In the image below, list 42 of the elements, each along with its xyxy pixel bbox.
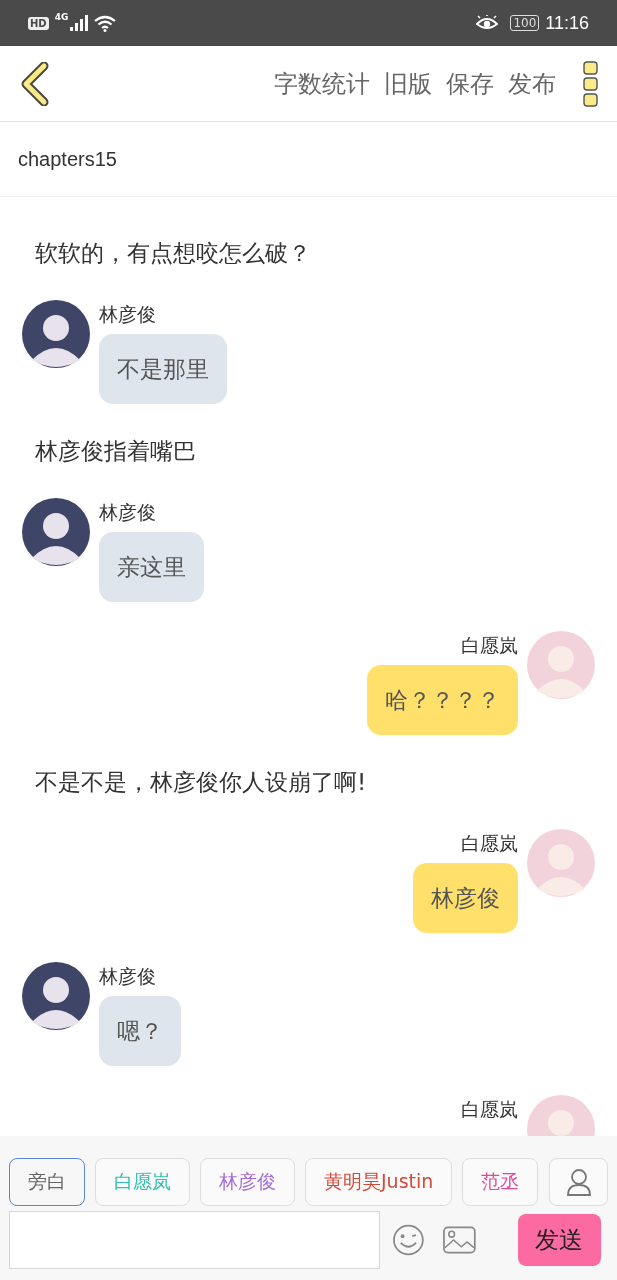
message-bubble: 嗯？ (99, 996, 181, 1066)
toolbar-action[interactable]: 保存 (439, 67, 501, 100)
sender-name: 白愿岚 (461, 633, 518, 658)
narration-text: 不是不是，林彦俊你人设崩了啊! (34, 768, 368, 797)
message-bubble: 哈？？？？ (367, 665, 518, 735)
network-label: 4G (54, 12, 69, 22)
battery-icon: 100 (510, 15, 540, 31)
sender-name: 白愿岚 (461, 1097, 518, 1122)
role-chip[interactable]: 旁白 (9, 1158, 85, 1206)
avatar (22, 300, 90, 368)
clock: 11:16 (545, 12, 589, 34)
wifi-icon (94, 14, 117, 32)
sender-name: 林彦俊 (99, 500, 157, 525)
narration-text: 林彦俊指着嘴巴 (34, 437, 197, 466)
avatar (527, 631, 595, 699)
more-icon[interactable] (583, 60, 599, 107)
sender-name: 林彦俊 (99, 964, 157, 989)
emoji-icon[interactable] (392, 1223, 425, 1257)
message-bubble: 不是那里 (99, 334, 227, 404)
avatar (22, 498, 90, 566)
image-icon[interactable] (442, 1226, 476, 1254)
role-chip[interactable]: 范丞 (462, 1158, 539, 1206)
sender-name: 林彦俊 (99, 302, 157, 327)
narration-text: 软软的，有点想咬怎么破？ (34, 239, 312, 268)
message-bubble: 亲这里 (99, 532, 204, 602)
chapter-title: chapters15 (0, 122, 617, 197)
role-chip[interactable]: 林彦俊 (200, 1158, 295, 1206)
role-chip[interactable]: 黄明昊Justin (305, 1158, 453, 1206)
avatar (22, 962, 90, 1030)
send-button[interactable]: 发送 (517, 1214, 601, 1266)
avatar (527, 829, 595, 897)
signal-icon (70, 15, 89, 31)
person-button[interactable] (549, 1158, 608, 1206)
message-input[interactable] (9, 1211, 381, 1269)
toolbar-action[interactable]: 旧版 (377, 67, 439, 100)
eye-icon (476, 15, 499, 31)
hd-badge: HD (28, 16, 49, 30)
sender-name: 白愿岚 (461, 831, 518, 856)
person-icon (565, 1168, 592, 1196)
toolbar-action[interactable]: 发布 (501, 67, 563, 100)
toolbar-action[interactable]: 字数统计 (267, 67, 377, 100)
message-bubble: 林彦俊 (413, 863, 518, 933)
